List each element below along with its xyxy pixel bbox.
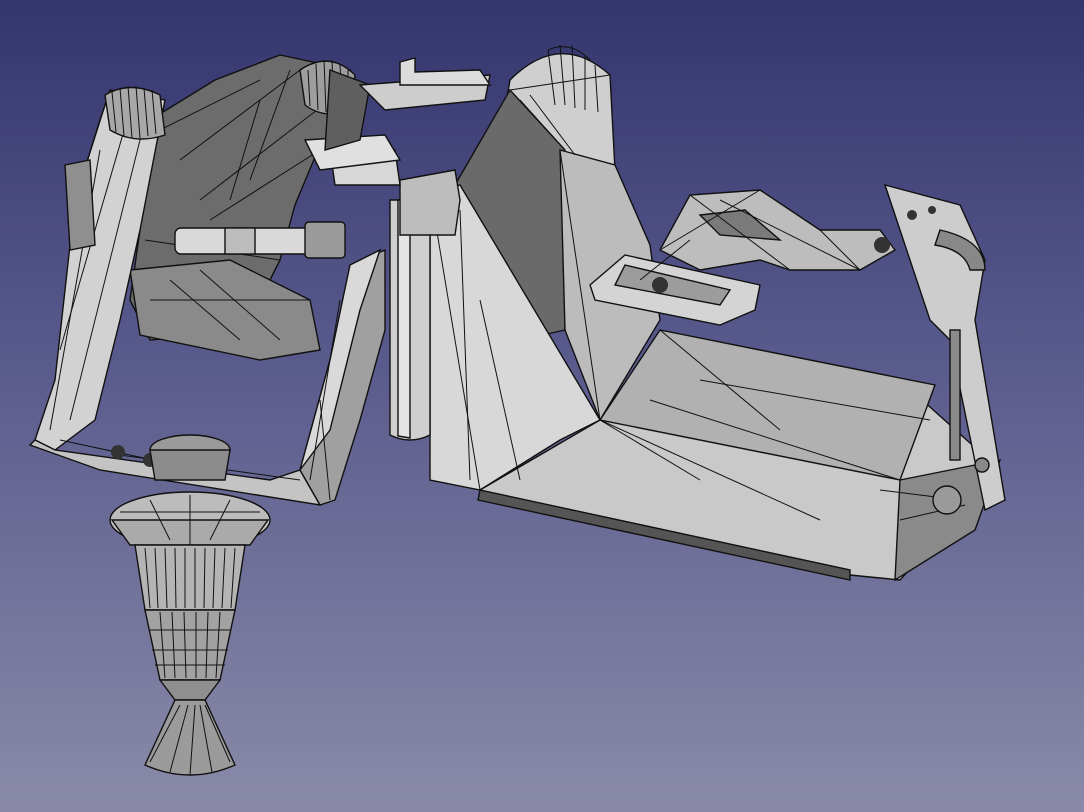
cad-model-view[interactable] — [0, 0, 1084, 812]
clip-handle[interactable] — [589, 189, 897, 326]
3d-viewport[interactable] — [0, 0, 1084, 812]
